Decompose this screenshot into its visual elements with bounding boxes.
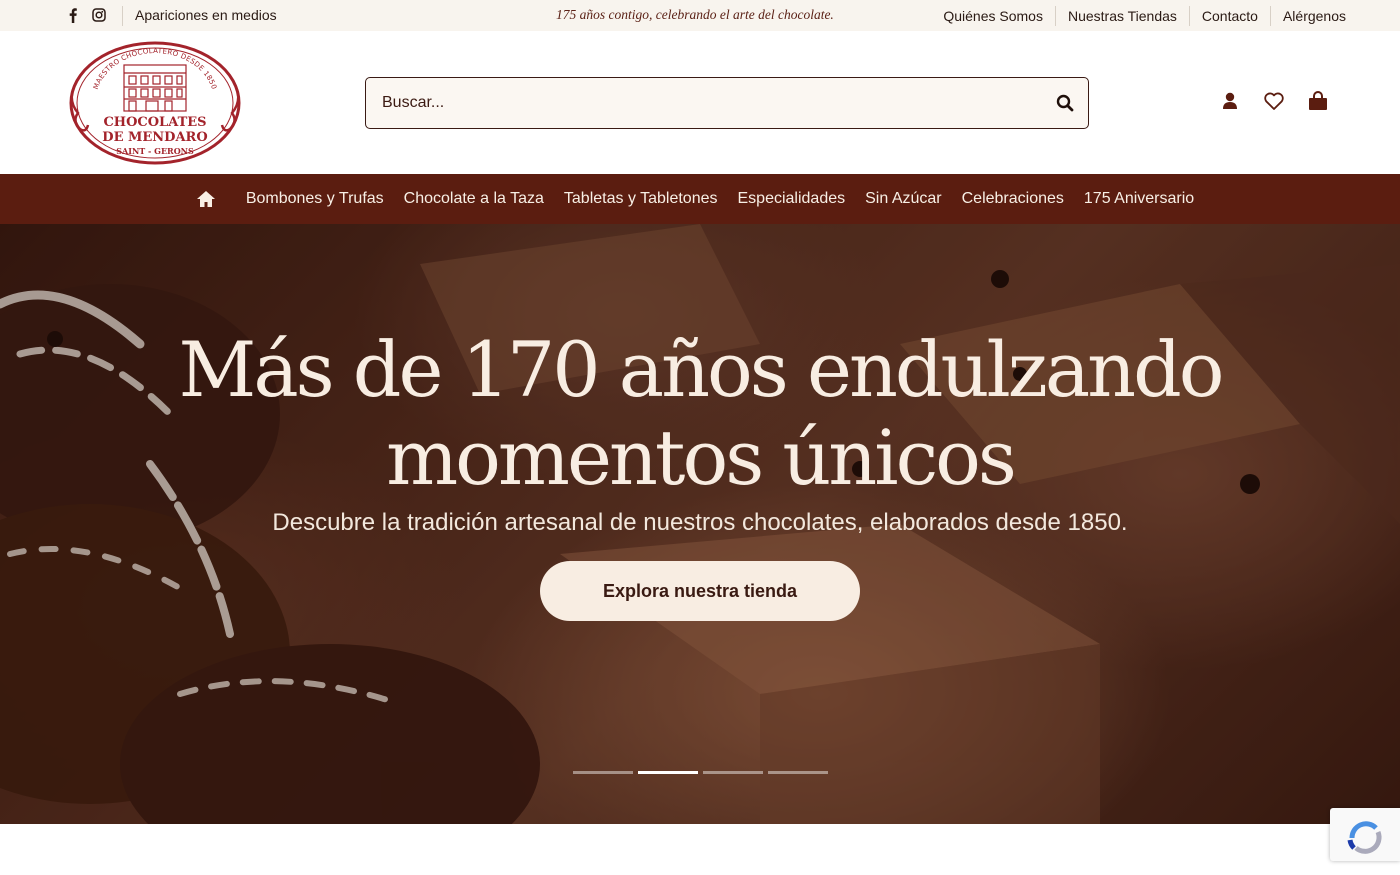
logo-line-1: CHOCOLATES bbox=[103, 115, 206, 130]
hero-subtitle: Descubre la tradición artesanal de nuest… bbox=[272, 509, 1128, 536]
slide-indicator-4[interactable] bbox=[768, 771, 828, 774]
nav-item-sin-azucar[interactable]: Sin Azúcar bbox=[855, 174, 951, 224]
tagline: 175 años contigo, celebrando el arte del… bbox=[556, 7, 834, 22]
home-icon[interactable] bbox=[196, 189, 216, 209]
slider-indicators bbox=[573, 771, 828, 774]
main-nav: Bombones y Trufas Chocolate a la Taza Ta… bbox=[0, 174, 1400, 224]
media-appearances-link[interactable]: Apariciones en medios bbox=[135, 7, 277, 23]
slide-indicator-3[interactable] bbox=[703, 771, 763, 774]
nav-item-tabletas[interactable]: Tabletas y Tabletones bbox=[554, 174, 728, 224]
hero-title-line-2: momentos únicos bbox=[386, 413, 1017, 502]
facebook-icon[interactable] bbox=[66, 7, 80, 23]
site-header: MAESTRO CHOCOLATERO DESDE 1850 CHOCOLATE… bbox=[0, 31, 1400, 174]
nav-item-especialidades[interactable]: Especialidades bbox=[728, 174, 856, 224]
logo-line-2: DE MENDARO bbox=[102, 130, 207, 145]
nav-item-chocolate-taza[interactable]: Chocolate a la Taza bbox=[394, 174, 554, 224]
top-links: Quiénes Somos Nuestras Tiendas Contacto … bbox=[931, 0, 1358, 31]
allergens-link[interactable]: Alérgenos bbox=[1269, 5, 1358, 26]
recaptcha-badge[interactable] bbox=[1330, 808, 1400, 861]
hero-banner: Más de 170 años endulzando momentos únic… bbox=[0, 224, 1400, 824]
explore-store-button[interactable]: Explora nuestra tienda bbox=[540, 561, 860, 621]
hero-title: Más de 170 años endulzando momentos únic… bbox=[0, 326, 1400, 502]
logo[interactable]: MAESTRO CHOCOLATERO DESDE 1850 CHOCOLATE… bbox=[66, 39, 244, 167]
top-bar: Apariciones en medios 175 años contigo, … bbox=[0, 0, 1400, 31]
recaptcha-icon bbox=[1347, 821, 1382, 854]
search-box bbox=[365, 77, 1089, 129]
heart-icon[interactable] bbox=[1262, 89, 1286, 113]
search-icon[interactable] bbox=[1054, 92, 1076, 114]
nav-item-175-aniversario[interactable]: 175 Aniversario bbox=[1074, 174, 1204, 224]
our-stores-link[interactable]: Nuestras Tiendas bbox=[1054, 5, 1189, 26]
search-input[interactable] bbox=[382, 78, 1022, 127]
shopping-bag-icon[interactable] bbox=[1306, 89, 1330, 113]
divider bbox=[122, 6, 123, 26]
contact-link[interactable]: Contacto bbox=[1188, 5, 1270, 26]
hero-title-line-1: Más de 170 años endulzando bbox=[178, 325, 1225, 414]
slide-indicator-2[interactable] bbox=[638, 771, 698, 774]
header-actions bbox=[1218, 89, 1330, 113]
instagram-icon[interactable] bbox=[92, 7, 106, 23]
user-icon[interactable] bbox=[1218, 89, 1242, 113]
about-us-link[interactable]: Quiénes Somos bbox=[931, 6, 1055, 26]
nav-item-celebraciones[interactable]: Celebraciones bbox=[952, 174, 1074, 224]
logo-line-3: SAINT - GERONS bbox=[116, 146, 194, 156]
social-links bbox=[66, 7, 106, 23]
nav-item-bombones[interactable]: Bombones y Trufas bbox=[236, 174, 394, 224]
slide-indicator-1[interactable] bbox=[573, 771, 633, 774]
